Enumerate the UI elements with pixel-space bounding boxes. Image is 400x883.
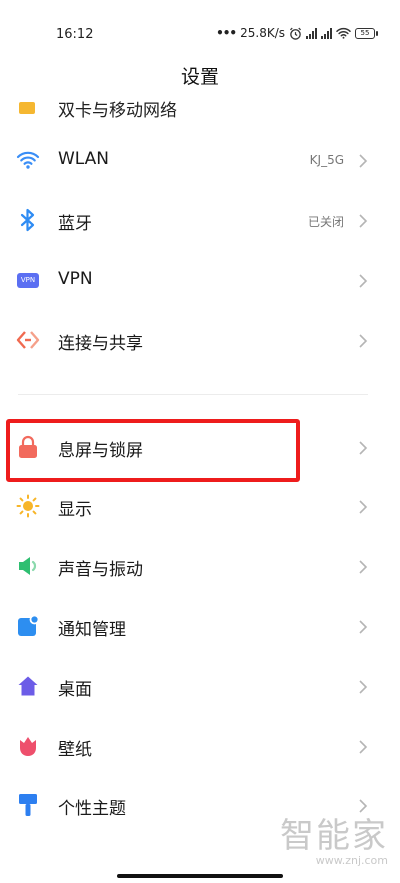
watermark-logo: 智能家 (280, 816, 388, 856)
settings-item-notifications[interactable]: 通知管理 (0, 600, 400, 656)
chevron-right-icon (359, 560, 368, 574)
section-divider (18, 394, 368, 395)
settings-item-label: 壁纸 (58, 740, 92, 760)
chevron-right-icon (359, 799, 368, 813)
settings-item-wlan[interactable]: WLAN KJ_5G (0, 134, 400, 190)
settings-item-desktop[interactable]: 桌面 (0, 660, 400, 716)
settings-item-vpn[interactable]: VPN VPN (0, 254, 400, 310)
brush-icon (16, 793, 40, 817)
speaker-icon (16, 554, 40, 578)
settings-item-label: VPN (58, 269, 93, 289)
alarm-icon (289, 27, 302, 40)
sim-card-icon (19, 102, 35, 114)
signal-2-icon (321, 27, 332, 39)
status-time: 16:12 (56, 27, 94, 42)
share-icon (16, 328, 40, 352)
battery-icon: 55 (355, 27, 378, 39)
settings-item-connection-sharing[interactable]: 连接与共享 (0, 314, 400, 370)
vpn-icon: VPN (16, 268, 40, 292)
settings-item-label: 双卡与移动网络 (58, 101, 177, 118)
network-speed: 25.8K/s (240, 26, 285, 40)
settings-item-value: 已关闭 (307, 215, 344, 229)
settings-item-bluetooth[interactable]: 蓝牙 已关闭 (0, 194, 400, 250)
sun-icon (16, 494, 40, 518)
settings-item-label: 个性主题 (58, 799, 126, 819)
settings-item-sound[interactable]: 声音与振动 (0, 540, 400, 596)
watermark: 智能家 www.znj.com (280, 818, 388, 867)
chevron-right-icon (359, 154, 368, 168)
notification-icon (16, 614, 40, 638)
settings-item-label: 通知管理 (58, 620, 126, 640)
chevron-right-icon (359, 680, 368, 694)
settings-item-label: 连接与共享 (58, 334, 143, 354)
settings-item-label: 声音与振动 (58, 560, 143, 580)
settings-item-label: 桌面 (58, 680, 92, 700)
home-indicator[interactable] (117, 874, 283, 878)
chevron-right-icon (359, 740, 368, 754)
signal-1-icon (306, 27, 317, 39)
flower-icon (16, 734, 40, 758)
status-bar: 16:12 ••• 25.8K/s 55 (0, 0, 400, 58)
chevron-right-icon (359, 274, 368, 288)
more-dots-icon: ••• (216, 26, 237, 40)
chevron-right-icon (359, 500, 368, 514)
settings-item-value: KJ_5G (309, 153, 344, 167)
chevron-right-icon (359, 620, 368, 634)
settings-item-display[interactable]: 显示 (0, 480, 400, 536)
bluetooth-icon (16, 208, 40, 232)
page-title: 设置 (180, 66, 219, 88)
settings-item-dual-sim[interactable]: 双卡与移动网络 (0, 96, 400, 118)
chevron-right-icon (359, 441, 368, 455)
settings-item-wallpaper[interactable]: 壁纸 (0, 720, 400, 776)
wifi-icon (16, 148, 40, 172)
highlight-box (6, 419, 300, 482)
chevron-right-icon (359, 214, 368, 228)
settings-item-label: 显示 (58, 500, 92, 520)
settings-item-label: 蓝牙 (58, 214, 92, 234)
wifi-status-icon (336, 27, 351, 39)
home-icon (16, 674, 40, 698)
chevron-right-icon (359, 334, 368, 348)
battery-level: 55 (355, 27, 375, 39)
status-icons: ••• 25.8K/s 55 (216, 26, 378, 40)
settings-item-label: WLAN (58, 149, 110, 169)
